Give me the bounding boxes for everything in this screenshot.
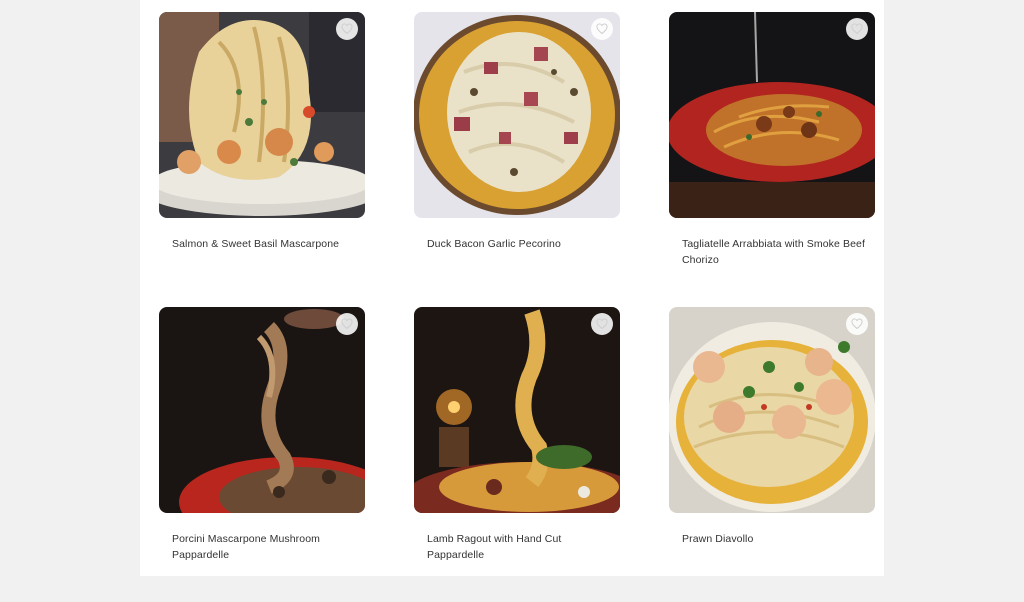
heart-icon [596,318,608,330]
dish-grid: Salmon & Sweet Basil Mascarpone Duck Bac… [159,12,875,602]
favorite-button[interactable] [591,313,613,335]
dish-name[interactable]: Lamb Ragout with Hand Cut Pappardelle [427,531,613,563]
dish-name[interactable]: Tagliatelle Arrabbiata with Smoke Beef C… [682,236,868,268]
dish-card[interactable]: Prawn Diavollo [669,307,875,602]
dish-card[interactable]: Lamb Ragout with Hand Cut Pappardelle [414,307,620,602]
dish-name[interactable]: Duck Bacon Garlic Pecorino [427,236,613,252]
dish-card[interactable]: Duck Bacon Garlic Pecorino [414,12,620,307]
favorite-button[interactable] [336,18,358,40]
dish-name[interactable]: Prawn Diavollo [682,531,868,547]
dish-photo-tagliatelle[interactable] [669,12,875,218]
dish-photo-salmon[interactable] [159,12,365,218]
dish-card[interactable]: Tagliatelle Arrabbiata with Smoke Beef C… [669,12,875,307]
heart-icon [341,318,353,330]
heart-icon [851,23,863,35]
dish-name[interactable]: Porcini Mascarpone Mushroom Pappardelle [172,531,358,563]
dish-photo-porcini[interactable] [159,307,365,513]
favorite-button[interactable] [336,313,358,335]
favorite-button[interactable] [846,18,868,40]
menu-page: Salmon & Sweet Basil Mascarpone Duck Bac… [140,0,884,576]
heart-icon [341,23,353,35]
heart-icon [851,318,863,330]
dish-card[interactable]: Salmon & Sweet Basil Mascarpone [159,12,365,307]
dish-name[interactable]: Salmon & Sweet Basil Mascarpone [172,236,358,252]
favorite-button[interactable] [591,18,613,40]
heart-icon [596,23,608,35]
favorite-button[interactable] [846,313,868,335]
dish-card[interactable]: Porcini Mascarpone Mushroom Pappardelle [159,307,365,602]
dish-photo-duck-bacon[interactable] [414,12,620,218]
dish-photo-prawn[interactable] [669,307,875,513]
dish-photo-lamb-ragout[interactable] [414,307,620,513]
